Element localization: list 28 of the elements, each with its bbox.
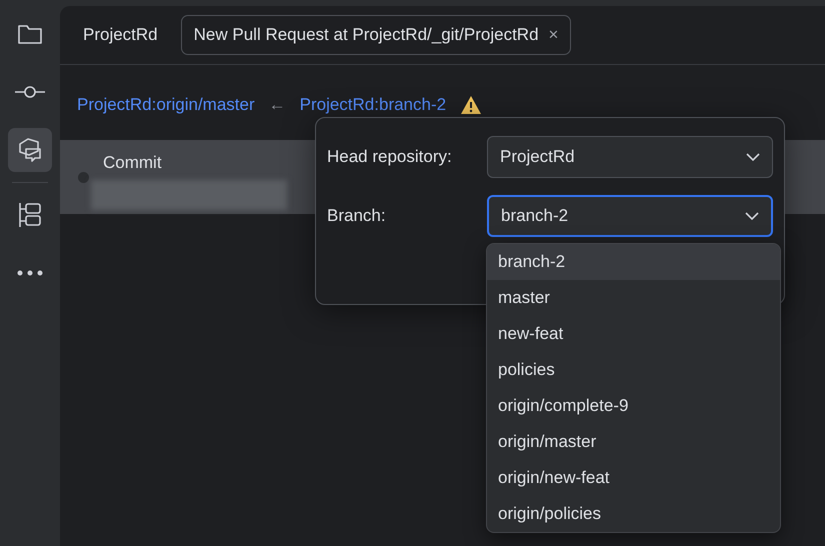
chevron-down-icon — [745, 212, 759, 220]
close-icon[interactable]: × — [548, 22, 558, 48]
dropdown-option[interactable]: branch-2 — [487, 244, 780, 280]
tab[interactable]: New Pull Request at ProjectRd/_git/ProjectRd × — [180, 15, 572, 55]
folder-icon — [17, 23, 43, 45]
commit-title: Commit — [103, 152, 163, 174]
structure-icon — [17, 201, 43, 229]
dropdown-option[interactable]: policies — [487, 352, 780, 388]
dropdown-option[interactable]: new-feat — [487, 316, 780, 352]
dropdown-field[interactable]: ProjectRd — [487, 136, 773, 178]
chevron-down-icon — [746, 153, 760, 161]
commit-icon — [14, 85, 46, 99]
more-icon — [17, 270, 43, 276]
field-label: Head repository: — [327, 146, 453, 168]
dropdown-option[interactable]: origin/new-feat — [487, 460, 780, 496]
arrow-icon: ← — [268, 92, 286, 118]
dropdown-option[interactable]: master — [487, 280, 780, 316]
field-label: Branch: — [327, 205, 387, 228]
dropdown-field[interactable]: branch-2 — [487, 195, 773, 237]
chat-bubbles-icon — [16, 136, 44, 164]
dropdown-option[interactable]: origin/complete-9 — [487, 388, 780, 424]
base-branch-link[interactable]: ProjectRd:origin/master — [77, 92, 255, 118]
tab[interactable]: ProjectRd — [70, 15, 171, 55]
chat-bubbles-button[interactable] — [8, 128, 52, 172]
head-branch-link[interactable]: ProjectRd:branch-2 — [300, 92, 446, 118]
dropdown-option[interactable]: origin/policies — [487, 496, 780, 532]
status-dot-icon — [78, 172, 89, 182]
dropdown-option[interactable]: origin/master — [487, 424, 780, 460]
